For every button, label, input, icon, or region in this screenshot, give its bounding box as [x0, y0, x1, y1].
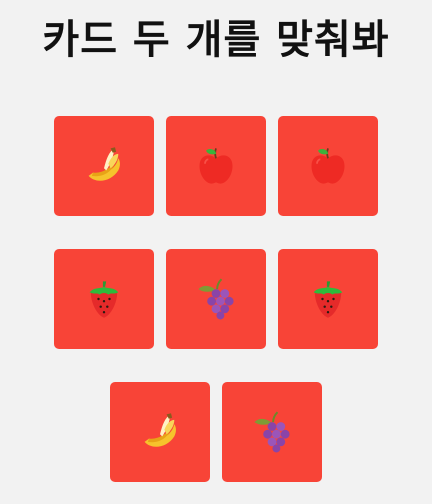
card-strawberry[interactable] — [278, 249, 378, 349]
apple-icon — [194, 144, 238, 188]
strawberry-icon — [82, 277, 126, 321]
card-grapes[interactable] — [166, 249, 266, 349]
card-board — [0, 116, 432, 504]
card-banana[interactable] — [54, 116, 154, 216]
page-title: 카드 두 개를 맞춰봐 — [42, 17, 390, 63]
card-row — [0, 382, 432, 482]
apple-icon — [306, 144, 350, 188]
banana-icon — [82, 144, 126, 188]
card-grapes[interactable] — [222, 382, 322, 482]
card-strawberry[interactable] — [54, 249, 154, 349]
card-row — [0, 116, 432, 216]
strawberry-icon — [306, 277, 350, 321]
banana-icon — [138, 410, 182, 454]
card-apple[interactable] — [278, 116, 378, 216]
game-page: 카드 두 개를 맞춰봐 — [0, 0, 432, 504]
grapes-icon — [194, 277, 238, 321]
grapes-icon — [250, 410, 294, 454]
card-apple[interactable] — [166, 116, 266, 216]
card-row — [0, 249, 432, 349]
card-banana[interactable] — [110, 382, 210, 482]
